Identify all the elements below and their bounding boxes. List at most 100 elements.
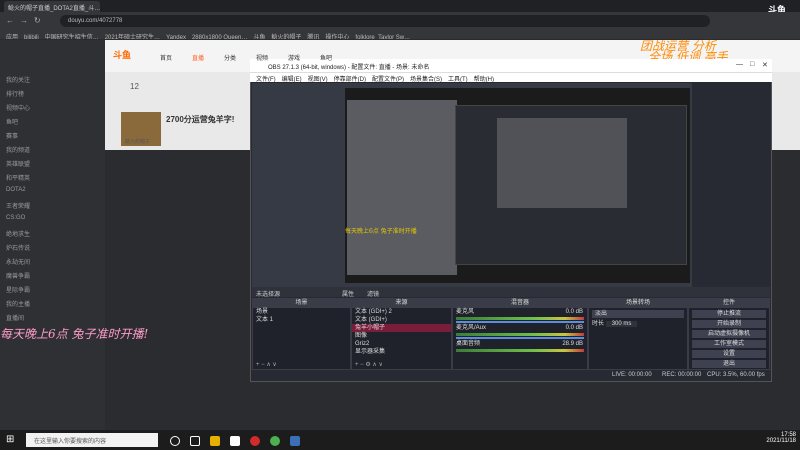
mixer-channel-name: 麦克风 0.0 dB (456, 309, 583, 315)
obs-menu-bar: 文件(F) 编辑(E) 视图(V) 停靠部件(D) 配置文件(P) 场景集合(S) 工具(T… (250, 72, 772, 83)
bookmark-item[interactable]: 2021年硕士研究生… (105, 30, 160, 39)
obs-menu-item[interactable]: 编辑(E) (282, 74, 302, 83)
source-item[interactable]: 文本 (GDI+) (352, 316, 451, 324)
obs-taskbar-icon[interactable] (290, 436, 300, 446)
site-nav-item[interactable]: 鱼吧 (320, 53, 332, 62)
virtual-camera-button[interactable]: 启动虚拟摄像机 (692, 330, 766, 338)
rec-status: REC: 00:00:00 (662, 372, 702, 378)
level-count: 12 (130, 82, 139, 91)
bookmark-item[interactable]: bilibili (24, 33, 39, 39)
url-input[interactable]: douyu.com/4072778 (60, 15, 710, 27)
source-item[interactable]: Griz2 (352, 340, 451, 348)
sidebar-item[interactable]: 我的频道 (6, 145, 101, 155)
back-icon[interactable]: ← (6, 17, 14, 25)
maximize-icon[interactable]: □ (750, 61, 754, 68)
windows-start-icon[interactable]: ⊞ (6, 434, 14, 445)
site-nav-item[interactable]: 首页 (160, 53, 172, 62)
scene-item[interactable]: 文本 1 (253, 316, 350, 324)
stop-streaming-button[interactable]: 停止推流 (692, 310, 766, 318)
sidebar-item[interactable]: 炉石传说 (6, 243, 101, 253)
forward-icon[interactable]: → (20, 17, 28, 25)
sidebar-item[interactable]: 英雄联盟 (6, 159, 101, 169)
chrome-icon[interactable] (270, 436, 280, 446)
scenes-dock: 场景 场景 文本 1 + − ∧ ∨ (252, 298, 351, 370)
mixer-channel-name: 麦克风/Aux 0.0 dB (456, 325, 583, 331)
sidebar-item[interactable]: 我的关注 (6, 75, 101, 85)
properties-button[interactable]: 属性 (342, 289, 354, 298)
source-item[interactable]: 显示器采集 (352, 348, 451, 356)
source-item-selected[interactable]: 兔羊小帽子 (352, 324, 451, 332)
obs-menu-item[interactable]: 配置文件(P) (372, 74, 404, 83)
sidebar-item[interactable]: 直播间 (6, 313, 101, 323)
volume-meter (456, 317, 584, 320)
source-item[interactable]: 图像 (352, 332, 451, 340)
bookmark-item[interactable]: 2880x1800 Queen… (192, 33, 247, 39)
filters-button[interactable]: 滤镜 (367, 289, 379, 298)
obs-menu-item[interactable]: 场景集合(S) (410, 74, 442, 83)
transitions-dock: 场景转场 淡出 时长 300 ms (588, 298, 688, 370)
site-nav-item[interactable]: 视频 (256, 53, 268, 62)
scene-item[interactable]: 场景 (253, 308, 350, 316)
site-nav-item[interactable]: 直播 (192, 53, 204, 62)
sidebar-item[interactable]: 星际争霸 (6, 285, 101, 295)
volume-slider[interactable] (456, 337, 584, 339)
close-icon[interactable]: ✕ (762, 61, 768, 69)
bookmark-item[interactable]: folklore_Taylor Sw… (355, 33, 410, 39)
obs-menu-item[interactable]: 停靠部件(D) (334, 74, 366, 83)
streamer-name[interactable]: 鲶火的帽子 (125, 138, 150, 145)
sidebar-item[interactable]: 永劫无间 (6, 257, 101, 267)
duration-input[interactable]: 300 ms (605, 321, 638, 327)
preview-overlay-text: 每天晚上6点 兔子准时开播 (345, 228, 417, 235)
minimize-icon[interactable]: — (736, 61, 743, 68)
cpu-status: CPU: 3.5%, 60.00 fps (707, 372, 765, 378)
sidebar-item[interactable]: DOTA2 (6, 187, 101, 197)
transitions-header: 场景转场 (589, 299, 687, 308)
bookmark-item[interactable]: 鲶火的帽子 (271, 30, 301, 39)
bookmark-item[interactable]: 中国研究生招生信… (45, 30, 99, 39)
file-explorer-icon[interactable] (210, 436, 220, 446)
system-clock[interactable]: 17:58 2021/11/18 (752, 432, 796, 444)
reload-icon[interactable]: ↻ (34, 17, 42, 25)
source-toolbar[interactable]: + − ⚙ ∧ ∨ (352, 361, 383, 369)
source-item[interactable]: 文本 (GDI+) 2 (352, 308, 451, 316)
task-view-icon[interactable] (190, 436, 200, 446)
scene-toolbar[interactable]: + − ∧ ∨ (253, 361, 277, 369)
sidebar-item[interactable]: 赛事 (6, 131, 101, 141)
site-nav-item[interactable]: 游戏 (288, 53, 300, 62)
bookmark-item[interactable]: Yandex (166, 33, 186, 39)
sidebar-item[interactable]: 魔兽争霸 (6, 271, 101, 281)
obs-menu-item[interactable]: 帮助(H) (474, 74, 494, 83)
volume-slider[interactable] (456, 321, 584, 323)
clock-date: 2021/11/18 (766, 438, 796, 444)
transition-select[interactable]: 淡出 (592, 310, 684, 318)
netease-music-icon[interactable] (250, 436, 260, 446)
site-nav-item[interactable]: 分类 (224, 53, 236, 62)
volume-meter (456, 333, 584, 336)
live-status: LIVE: 00:00:00 (612, 372, 652, 378)
sidebar-item[interactable]: 和平精英 (6, 173, 101, 183)
sidebar-item[interactable]: 鱼吧 (6, 117, 101, 127)
sidebar-item[interactable]: CS:GO (6, 215, 101, 225)
obs-menu-item[interactable]: 文件(F) (256, 74, 276, 83)
app-icon[interactable] (230, 436, 240, 446)
mixer-channel-name: 桌面音频 28.9 dB (456, 341, 583, 347)
sidebar-item[interactable]: 我的主播 (6, 299, 101, 309)
exit-button[interactable]: 退出 (692, 360, 766, 368)
sidebar-item[interactable]: 绝地求生 (6, 229, 101, 239)
bookmark-item[interactable]: 操作中心 (325, 30, 349, 39)
bookmark-item[interactable]: 腾讯 (307, 30, 319, 39)
sidebar-item[interactable]: 王者荣耀 (6, 201, 101, 211)
taskbar-search-input[interactable]: 在这里输入你要搜索的内容 (26, 433, 158, 447)
obs-menu-item[interactable]: 视图(V) (308, 74, 328, 83)
bookmark-item[interactable]: 斗鱼 (253, 30, 265, 39)
site-logo[interactable]: 斗鱼 (113, 48, 135, 62)
sidebar-item[interactable]: 视频中心 (6, 103, 101, 113)
obs-menu-item[interactable]: 工具(T) (448, 74, 468, 83)
browser-tab[interactable]: 鲶火的帽子直播_DOTA2直播_斗… (4, 1, 100, 12)
start-recording-button[interactable]: 开始录制 (692, 320, 766, 328)
cortana-icon[interactable] (170, 436, 180, 446)
sidebar-item[interactable]: 排行榜 (6, 89, 101, 99)
settings-button[interactable]: 设置 (692, 350, 766, 358)
bookmark-item[interactable]: 应用 (6, 30, 18, 39)
studio-mode-button[interactable]: 工作室模式 (692, 340, 766, 348)
